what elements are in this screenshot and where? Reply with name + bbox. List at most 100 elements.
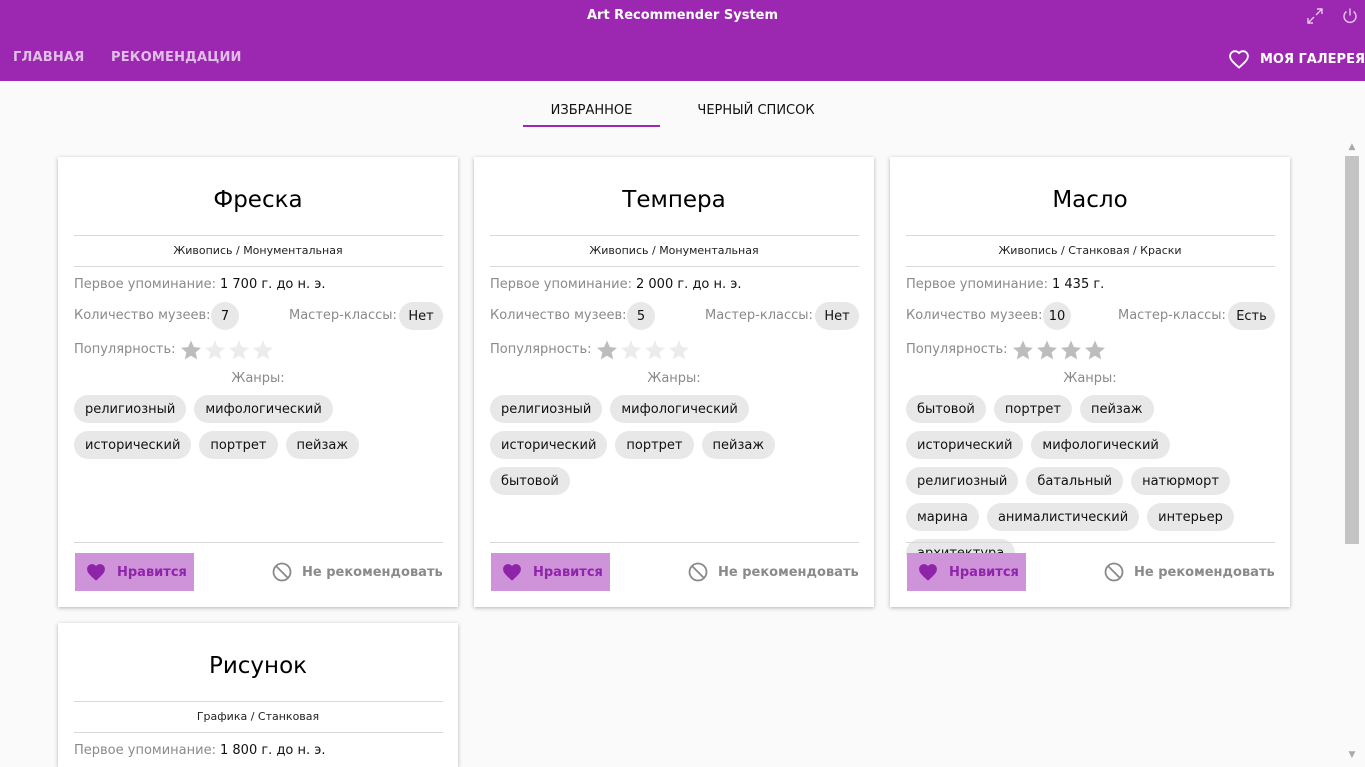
heart-icon: [503, 564, 521, 581]
first-mention-value: 1 800 г. до н. э.: [220, 743, 326, 758]
scroll-thumb[interactable]: [1345, 156, 1359, 544]
genre-chip: мифологический: [194, 395, 333, 423]
star-empty-icon: [621, 340, 641, 360]
popularity-rating: [595, 338, 691, 362]
art-card: Масло Живопись / Станковая / Краски Перв…: [890, 157, 1290, 607]
block-icon: [272, 562, 292, 582]
genre-chip: религиозный: [906, 467, 1019, 495]
museums-label: Количество музеев:: [906, 308, 1043, 323]
fullscreen-button[interactable]: [1305, 6, 1325, 26]
genres-label: Жанры:: [1063, 371, 1117, 386]
card-title: Масло: [1052, 187, 1128, 213]
card-category: Живопись / Станковая / Краски: [998, 244, 1182, 257]
masterclasses-label: Мастер-классы:: [705, 308, 813, 323]
card-title: Рисунок: [208, 653, 308, 679]
like-button[interactable]: Нравится: [491, 553, 610, 591]
first-mention-value: 2 000 г. до н. э.: [636, 277, 742, 292]
art-card: Темпера Живопись / Монументальная Первое…: [474, 157, 874, 607]
power-button[interactable]: [1340, 6, 1360, 26]
like-label: Нравится: [117, 564, 187, 580]
museums-label: Количество музеев:: [490, 308, 627, 323]
masterclasses-badge: Нет: [815, 302, 859, 330]
divider: [74, 235, 443, 236]
card-category: Живопись / Монументальная: [589, 244, 759, 257]
genre-chip: религиозный: [74, 395, 187, 423]
museums-count-badge: 10: [1043, 302, 1071, 330]
genre-chip: пейзаж: [285, 431, 360, 459]
vertical-scrollbar[interactable]: ▲ ▼: [1344, 140, 1361, 764]
card-category: Живопись / Монументальная: [173, 244, 343, 257]
genre-chip: исторический: [906, 431, 1024, 459]
genre-chip: бытовой: [490, 467, 570, 495]
art-card: Рисунок Графика / Станковая Первое упоми…: [58, 623, 458, 767]
divider: [74, 732, 443, 733]
not-recommend-button[interactable]: Не рекомендовать: [688, 561, 859, 583]
divider: [490, 266, 859, 267]
star-filled-icon: [181, 340, 201, 360]
block-icon: [688, 562, 708, 582]
genre-chip: портрет: [199, 431, 278, 459]
divider: [490, 542, 859, 543]
nav-recommendations[interactable]: РЕКОМЕНДАЦИИ: [111, 50, 242, 65]
genre-chip: марина: [906, 503, 979, 531]
genre-chip: исторический: [490, 431, 608, 459]
scroll-down-icon[interactable]: ▼: [1347, 750, 1357, 760]
app-header: Art Recommender System ГЛАВНАЯ РЕКОМЕНДА…: [0, 0, 1365, 81]
tab-favorites[interactable]: ИЗБРАННОЕ: [523, 100, 660, 127]
first-mention-label: Первое упоминание:: [490, 277, 632, 292]
genre-chip: пейзаж: [1079, 395, 1154, 423]
gallery-tabs: ИЗБРАННОЕ ЧЕРНЫЙ СПИСОК: [0, 100, 1365, 130]
star-filled-icon: [1061, 340, 1081, 360]
first-mention-label: Первое упоминание:: [74, 277, 216, 292]
tab-blacklist[interactable]: ЧЕРНЫЙ СПИСОК: [688, 100, 824, 127]
masterclasses-badge: Нет: [399, 302, 443, 330]
divider: [74, 542, 443, 543]
divider: [906, 266, 1275, 267]
block-icon: [1104, 562, 1124, 582]
genre-list: бытовой портрет пейзаж исторический мифологи…: [906, 395, 1276, 575]
not-recommend-button[interactable]: Не рекомендовать: [272, 561, 443, 583]
my-gallery-label: МОЯ ГАЛЕРЕЯ: [1260, 51, 1365, 67]
star-empty-icon: [205, 340, 225, 360]
card-category: Графика / Станковая: [196, 710, 320, 723]
genres-label: Жанры:: [231, 371, 285, 386]
genre-list: религиозный мифологический исторический пор…: [490, 395, 860, 503]
star-empty-icon: [229, 340, 249, 360]
like-label: Нравится: [949, 564, 1019, 580]
star-filled-icon: [1037, 340, 1057, 360]
genre-chip: религиозный: [490, 395, 603, 423]
like-label: Нравится: [533, 564, 603, 580]
divider: [74, 266, 443, 267]
genre-chip: исторический: [74, 431, 192, 459]
genre-chip: натюрморт: [1131, 467, 1230, 495]
genre-chip: портрет: [993, 395, 1072, 423]
genre-chip: батальный: [1026, 467, 1124, 495]
like-button[interactable]: Нравится: [907, 553, 1026, 591]
star-empty-icon: [253, 340, 273, 360]
first-mention-value: 1 700 г. до н. э.: [220, 277, 326, 292]
scroll-up-icon[interactable]: ▲: [1347, 142, 1357, 152]
not-recommend-label: Не рекомендовать: [1134, 564, 1275, 580]
divider: [906, 235, 1275, 236]
window-title: Art Recommender System: [586, 8, 779, 23]
nav-home[interactable]: ГЛАВНАЯ: [13, 50, 84, 65]
card-title: Темпера: [622, 187, 726, 213]
divider: [906, 542, 1275, 543]
power-icon: [1343, 8, 1357, 23]
card-title: Фреска: [213, 187, 303, 213]
not-recommend-label: Не рекомендовать: [302, 564, 443, 580]
popularity-label: Популярность:: [906, 342, 1008, 357]
art-card: Фреска Живопись / Монументальная Первое …: [58, 157, 458, 607]
genre-chip: анималистический: [986, 503, 1140, 531]
heart-outline-icon: [1229, 50, 1249, 69]
first-mention-label: Первое упоминание:: [74, 743, 216, 758]
popularity-label: Популярность:: [74, 342, 176, 357]
museums-label: Количество музеев:: [74, 308, 211, 323]
star-filled-icon: [1085, 340, 1105, 360]
my-gallery-button[interactable]: МОЯ ГАЛЕРЕЯ: [1228, 48, 1365, 70]
genres-label: Жанры:: [647, 371, 701, 386]
first-mention-label: Первое упоминание:: [906, 277, 1048, 292]
like-button[interactable]: Нравится: [75, 553, 194, 591]
star-filled-icon: [597, 340, 617, 360]
not-recommend-button[interactable]: Не рекомендовать: [1104, 561, 1275, 583]
